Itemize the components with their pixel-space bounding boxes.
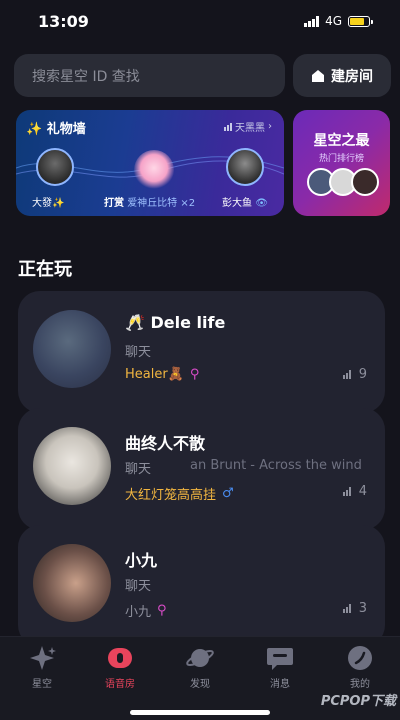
tab-starry[interactable]: 星空	[2, 643, 82, 690]
room-category: 聊天	[125, 462, 152, 477]
room-avatar	[33, 544, 111, 622]
room-count-value: 3	[358, 601, 367, 616]
room-count-value: 4	[358, 484, 367, 499]
room-name: 小九	[125, 551, 158, 570]
gift-icon	[134, 150, 174, 190]
message-icon	[267, 648, 293, 670]
section-title: 正在玩	[18, 259, 72, 280]
status-time: 13:09	[38, 12, 89, 31]
tab-label: 星空	[32, 679, 52, 690]
female-icon: ⚲	[189, 367, 200, 382]
status-bar: 13:09 4G	[0, 0, 400, 44]
room-category: 聊天	[125, 579, 152, 594]
receiver-name: 彭大鱼 👁	[222, 194, 268, 209]
profile-icon	[348, 646, 372, 670]
voice-room-icon	[108, 648, 132, 668]
gift-wall-title: ✨ 礼物墙	[26, 122, 86, 137]
gift-action-text: 打赏 爱神丘比特 ×2	[104, 194, 195, 209]
room-host-name: 大红灯笼高高挂	[125, 488, 217, 503]
receiver-name-label: 彭大鱼	[222, 198, 252, 209]
room-listener-count: 4	[342, 484, 367, 499]
tab-profile[interactable]: 我的	[320, 643, 400, 690]
eye-icon: 👁	[255, 198, 268, 209]
room-listener-count: 3	[342, 601, 367, 616]
room-host: 大红灯笼高高挂 ♂	[125, 484, 234, 503]
male-icon: ♂	[222, 486, 234, 501]
search-input[interactable]: 搜索星空 ID 查找	[14, 54, 285, 97]
room-card[interactable]: 🥂 Dele life 聊天 Healer🧸 ⚲ 9	[18, 291, 385, 413]
tab-discover[interactable]: 发现	[160, 643, 240, 690]
tab-label: 消息	[270, 679, 290, 690]
room-host: 小九 ⚲	[125, 601, 167, 620]
audio-bars-icon	[342, 604, 351, 613]
battery-icon	[348, 15, 373, 27]
receiver-avatar[interactable]	[226, 148, 264, 186]
gift-action: 打赏	[104, 198, 124, 209]
tab-messages[interactable]: 消息	[240, 643, 320, 690]
network-type: 4G	[325, 14, 342, 28]
room-card[interactable]: 小九 聊天 小九 ⚲ 3	[18, 525, 385, 647]
room-name: 🥂 Dele life	[125, 313, 226, 332]
tab-label: 发现	[190, 679, 210, 690]
planet-icon	[186, 649, 214, 667]
room-host-name: Healer🧸	[125, 367, 184, 382]
audio-bars-icon	[342, 370, 351, 379]
sparkle-icon	[30, 646, 56, 670]
ranking-title: 星空之最	[313, 133, 370, 149]
ranking-card[interactable]: 星空之最 热门排行榜	[293, 110, 390, 216]
room-host: Healer🧸 ⚲	[125, 367, 199, 382]
rank-avatar-3	[351, 168, 379, 196]
room-category: 聊天	[125, 345, 152, 360]
room-now-playing: an Brunt - Across the wind	[190, 458, 362, 473]
room-listener-count: 9	[342, 367, 367, 382]
gift-wall-link[interactable]: 天黑黑 ›	[224, 119, 272, 134]
room-card[interactable]: 曲终人不散 聊天 an Brunt - Across the wind 大红灯笼…	[18, 408, 385, 530]
tab-voice-room[interactable]: 语音房	[80, 643, 160, 690]
sender-name: 大發✨	[32, 198, 65, 209]
gift-wall-card[interactable]: ✨ 礼物墙 天黑黑 › 大發✨ 打赏 爱神丘比特 ×2 彭大鱼 👁	[16, 110, 284, 216]
signal-icon	[304, 15, 320, 27]
status-indicators: 4G	[304, 14, 373, 28]
home-icon	[312, 69, 324, 82]
female-icon: ⚲	[157, 603, 167, 618]
sender-avatar[interactable]	[36, 148, 74, 186]
home-indicator[interactable]	[130, 710, 270, 715]
room-host-name: 小九	[125, 605, 152, 620]
watermark: PCPOP下载	[320, 694, 396, 709]
search-placeholder: 搜索星空 ID 查找	[32, 68, 140, 85]
tab-label: 我的	[350, 679, 370, 690]
gift-wall-link-label: 天黑黑	[235, 123, 265, 134]
room-count-value: 9	[358, 367, 367, 382]
room-avatar	[33, 310, 111, 388]
room-name: 曲终人不散	[125, 434, 206, 453]
build-room-button[interactable]: 建房间	[293, 54, 391, 97]
level-bars-icon	[224, 122, 232, 131]
audio-bars-icon	[342, 487, 351, 496]
room-avatar	[33, 427, 111, 505]
gift-name: 爱神丘比特 ×2	[127, 198, 196, 209]
ranking-subtitle: 热门排行榜	[318, 154, 364, 164]
build-room-label: 建房间	[331, 68, 373, 85]
tab-label: 语音房	[105, 679, 135, 690]
chevron-right-icon: ›	[268, 121, 272, 132]
